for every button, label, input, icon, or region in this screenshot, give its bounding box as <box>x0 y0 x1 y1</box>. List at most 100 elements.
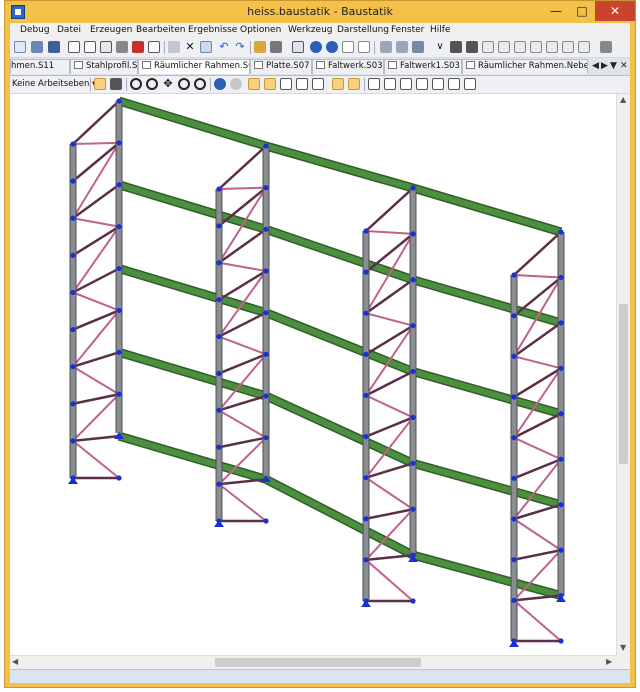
folder-icon[interactable] <box>254 41 266 53</box>
menu-hilfe[interactable]: Hilfe <box>430 25 450 35</box>
copy-icon[interactable] <box>200 41 212 53</box>
detail-view-icon[interactable] <box>464 78 476 90</box>
scroll-down-icon[interactable]: ▼ <box>620 643 626 652</box>
tab-list-icon[interactable]: ▼ <box>610 61 617 71</box>
frame-node <box>216 223 222 229</box>
sheet-icon[interactable] <box>546 41 558 53</box>
box-view-icon[interactable] <box>368 78 380 90</box>
pan-icon[interactable] <box>110 78 122 90</box>
menu-datei[interactable]: Datei <box>57 25 81 35</box>
tab-raeumlicher-rahmen-nebenre[interactable]: Räumlicher Rahmen.Nebenre <box>462 59 588 74</box>
zoom-icon[interactable] <box>146 78 158 90</box>
menu-optionen[interactable]: Optionen <box>240 25 281 35</box>
chevron-down-icon[interactable]: ∨ <box>434 41 446 53</box>
vertical-scrollbar[interactable]: ▲ ▼ <box>616 94 630 655</box>
frame-node <box>116 265 122 272</box>
tab-close-icon[interactable]: ✕ <box>620 61 628 71</box>
maximize-icon[interactable]: □ <box>569 1 595 21</box>
document-icon[interactable] <box>100 41 112 53</box>
zoom-window-icon[interactable] <box>130 78 142 90</box>
chart-icon[interactable] <box>514 41 526 53</box>
export-icon[interactable] <box>148 41 160 53</box>
search-icon[interactable] <box>326 41 338 53</box>
view-house-icon[interactable] <box>296 78 308 90</box>
save-icon[interactable] <box>48 41 60 53</box>
layer-select[interactable]: Keine Arbeitseben ▾ <box>12 78 96 91</box>
tab-next-icon[interactable]: ▶ <box>601 61 608 71</box>
home-view-icon[interactable] <box>432 78 444 90</box>
minimize-icon[interactable]: — <box>543 1 569 21</box>
view-icon[interactable] <box>342 41 354 53</box>
window-icon[interactable] <box>292 41 304 53</box>
menu-werkzeug[interactable]: Werkzeug <box>288 25 333 35</box>
zoom-out-icon[interactable] <box>194 78 206 90</box>
tab-faltwerk[interactable]: Faltwerk.S03 <box>312 59 384 74</box>
plan-icon[interactable] <box>578 41 590 53</box>
undo-icon[interactable]: ↶ <box>218 41 230 53</box>
view-front-icon[interactable] <box>248 78 260 90</box>
view-side-icon[interactable] <box>264 78 276 90</box>
page-icon[interactable] <box>68 41 80 53</box>
frame-node <box>410 414 416 421</box>
cut-icon[interactable]: ✕ <box>184 41 196 53</box>
tab-faltwerk1[interactable]: Faltwerk1.S03 <box>384 59 462 74</box>
solid-view-icon[interactable] <box>416 78 428 90</box>
frame-view-icon[interactable] <box>400 78 412 90</box>
redo-icon[interactable]: ↷ <box>234 41 246 53</box>
menu-darstellung[interactable]: Darstellung <box>337 25 389 35</box>
wire-view-icon[interactable] <box>384 78 396 90</box>
pencil-icon[interactable] <box>466 41 478 53</box>
print-icon[interactable] <box>116 41 128 53</box>
menu-debug[interactable]: Debug <box>20 25 50 35</box>
horizontal-scrollbar[interactable]: ◀ ▶ <box>10 655 616 669</box>
menu-bearbeiten[interactable]: Bearbeiten <box>136 25 185 35</box>
pen-icon[interactable] <box>450 41 462 53</box>
view-top-icon[interactable] <box>280 78 292 90</box>
menu-erzeugen[interactable]: Erzeugen <box>90 25 132 35</box>
back-icon[interactable] <box>214 78 226 90</box>
close-icon[interactable]: ✕ <box>595 1 635 21</box>
section-view-icon[interactable] <box>448 78 460 90</box>
zoom-in-icon[interactable] <box>178 78 190 90</box>
tab-stahlprofil[interactable]: Stahlprofil.S01 <box>70 59 138 74</box>
open-icon[interactable] <box>31 41 43 53</box>
menu-ergebnisse[interactable]: Ergebnisse <box>188 25 237 35</box>
report-icon[interactable] <box>530 41 542 53</box>
tab-platte[interactable]: Platte.S07 <box>250 59 312 74</box>
preview-icon[interactable] <box>84 41 96 53</box>
structure-canvas[interactable] <box>10 94 616 655</box>
horizontal-scroll-thumb[interactable] <box>215 658 421 667</box>
vertical-scroll-thumb[interactable] <box>619 304 628 464</box>
ball-icon[interactable] <box>310 41 322 53</box>
title-bar[interactable]: heiss.baustatik - Baustatik — □ ✕ <box>5 1 635 23</box>
frame-node <box>511 475 517 481</box>
cloud-icon[interactable] <box>168 41 180 53</box>
iso-view-icon[interactable] <box>332 78 344 90</box>
tab-prev-icon[interactable]: ◀ <box>592 61 599 71</box>
render-icon[interactable] <box>348 78 360 90</box>
settings-icon[interactable] <box>270 41 282 53</box>
structure-icon[interactable] <box>380 41 392 53</box>
forward-icon[interactable] <box>230 78 242 90</box>
frame-brace <box>365 476 414 511</box>
pdf-icon[interactable] <box>132 41 144 53</box>
table-icon[interactable] <box>482 41 494 53</box>
move-icon[interactable]: ✥ <box>162 78 174 90</box>
view-grid-icon[interactable] <box>312 78 324 90</box>
tab-raeumlicher-rahmen[interactable]: Räumlicher Rahmen.S03 <box>138 59 250 74</box>
menu-fenster[interactable]: Fenster <box>391 25 424 35</box>
cursor-icon[interactable] <box>94 78 106 90</box>
frame-icon[interactable] <box>396 41 408 53</box>
scroll-right-icon[interactable]: ▶ <box>606 657 612 666</box>
menu-bar: Debug Datei Erzeugen Bearbeiten Ergebnis… <box>10 23 630 39</box>
new-icon[interactable] <box>14 41 26 53</box>
tool-icon[interactable] <box>600 41 612 53</box>
list-icon[interactable] <box>498 41 510 53</box>
folded-plate-icon <box>316 61 325 69</box>
tab-hmen[interactable]: hmen.S11 <box>10 59 70 74</box>
scroll-left-icon[interactable]: ◀ <box>12 657 18 666</box>
scroll-up-icon[interactable]: ▲ <box>620 95 626 104</box>
layout-icon[interactable] <box>358 41 370 53</box>
grid-icon[interactable] <box>412 41 424 53</box>
form-icon[interactable] <box>562 41 574 53</box>
